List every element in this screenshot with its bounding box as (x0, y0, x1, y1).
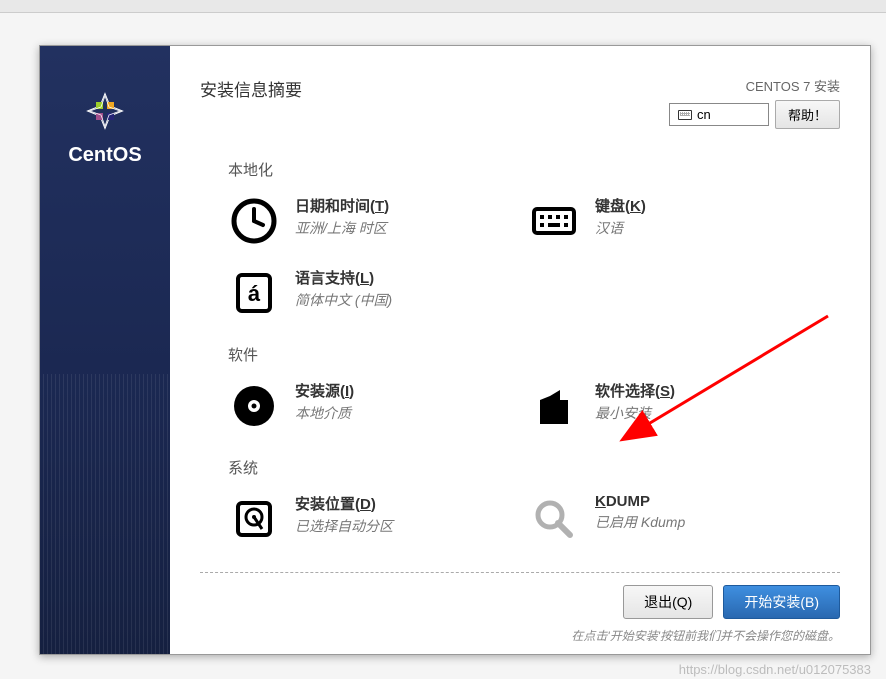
footer-hint: 在点击'开始安装'按钮前我们并不会操作您的磁盘。 (571, 627, 840, 644)
page-title: 安装信息摘要 (200, 76, 302, 101)
centos-logo (80, 86, 130, 136)
spoke-item[interactable]: KDUMP 已启用 Kdump (528, 493, 808, 545)
spoke-item[interactable]: 日期和时间(T) 亚洲/上海 时区 (228, 195, 508, 247)
watermark: https://blog.csdn.net/u012075383 (679, 662, 871, 677)
header-right: CENTOS 7 安装 cn 帮助！ (669, 76, 840, 129)
help-button[interactable]: 帮助！ (775, 100, 840, 129)
lang-icon: á (228, 267, 280, 319)
spoke-subtitle: 本地介质 (295, 403, 354, 423)
window-tab-bar (0, 0, 886, 13)
sidebar-decoration (40, 374, 170, 654)
keyboard-icon (528, 195, 580, 247)
clock-icon (228, 195, 280, 247)
spoke-title: 日期和时间(T) (295, 195, 389, 216)
spoke-title: 语言支持(L) (295, 267, 392, 288)
spoke-subtitle: 已选择自动分区 (295, 516, 393, 536)
spoke-item[interactable]: 安装源(I) 本地介质 (228, 380, 508, 432)
spoke-subtitle: 简体中文 (中国) (295, 290, 392, 310)
search-icon (528, 493, 580, 545)
spoke-item[interactable]: 软件选择(S) 最小安装 (528, 380, 808, 432)
package-icon (528, 380, 580, 432)
spoke-item[interactable]: 键盘(K) 汉语 (528, 195, 808, 247)
spoke-subtitle: 已启用 Kdump (595, 512, 685, 532)
spoke-title: 键盘(K) (595, 195, 646, 216)
sidebar: CentOS (40, 46, 170, 654)
main-content: 安装信息摘要 CENTOS 7 安装 cn 帮助！ 本地化 日期和时间(T) 亚… (170, 46, 870, 654)
footer: 退出(Q) 开始安装(B) 在点击'开始安装'按钮前我们并不会操作您的磁盘。 (200, 572, 840, 644)
keyboard-layout-indicator[interactable]: cn (669, 103, 769, 126)
installer-window: CentOS 安装信息摘要 CENTOS 7 安装 cn 帮助！ 本地化 日期和… (39, 45, 871, 655)
begin-install-button[interactable]: 开始安装(B) (723, 585, 840, 619)
spoke-title: 软件选择(S) (595, 380, 675, 401)
quit-button[interactable]: 退出(Q) (623, 585, 713, 619)
spoke-item[interactable]: á 语言支持(L) 简体中文 (中国) (228, 267, 508, 319)
categories-container: 本地化 日期和时间(T) 亚洲/上海 时区 键盘(K) 汉语 á 语言支持(L)… (200, 154, 840, 572)
product-name: CENTOS 7 安装 (669, 76, 840, 95)
header: 安装信息摘要 CENTOS 7 安装 cn 帮助！ (200, 76, 840, 129)
keyboard-mini-icon (678, 110, 692, 120)
hdd-icon (228, 493, 280, 545)
spoke-title: KDUMP (595, 493, 685, 510)
spoke-subtitle: 汉语 (595, 218, 646, 238)
spoke-subtitle: 最小安装 (595, 403, 675, 423)
category-title: 系统 (228, 457, 840, 478)
category-title: 本地化 (228, 159, 840, 180)
svg-text:á: á (248, 281, 261, 306)
disc-icon (228, 380, 280, 432)
spoke-item[interactable]: 安装位置(D) 已选择自动分区 (228, 493, 508, 545)
lang-code: cn (697, 107, 711, 122)
category-title: 软件 (228, 344, 840, 365)
spoke-subtitle: 亚洲/上海 时区 (295, 218, 389, 238)
centos-brand-text: CentOS (68, 144, 141, 167)
spoke-title: 安装源(I) (295, 380, 354, 401)
spoke-title: 安装位置(D) (295, 493, 393, 514)
